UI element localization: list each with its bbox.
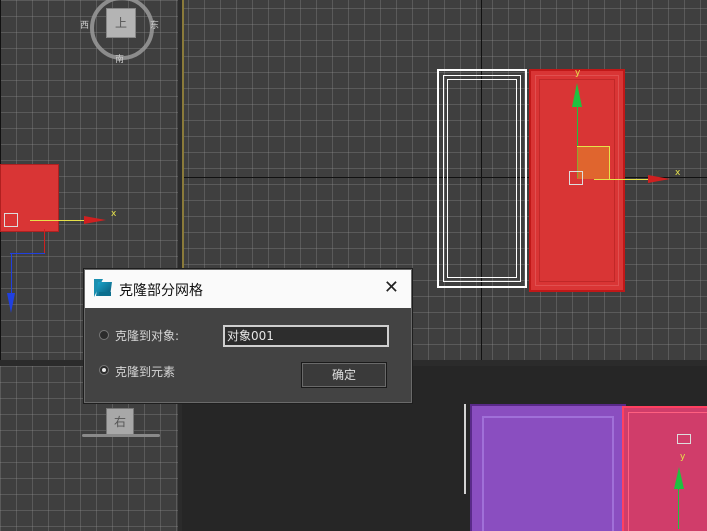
transform-gizmo-persp[interactable]: y [672, 432, 707, 531]
dialog-title: 克隆部分网格 [119, 283, 203, 299]
radio-clone-to-element[interactable] [99, 365, 109, 375]
radio-clone-to-object[interactable] [99, 330, 109, 340]
compass-east: 东 [150, 21, 160, 31]
y-axis-label-persp: y [680, 452, 686, 462]
viewcube-face-top[interactable]: 上 [106, 8, 136, 38]
ok-button[interactable]: 确定 [301, 362, 387, 388]
dialog-titlebar[interactable]: 克隆部分网格 ✕ [85, 270, 411, 308]
transform-gizmo-front[interactable]: y x [564, 66, 694, 196]
close-button[interactable]: ✕ [384, 279, 399, 297]
purple-object[interactable] [470, 404, 626, 531]
x-axis-label: x [111, 209, 117, 219]
label-clone-to-object[interactable]: 克隆到对象: [115, 327, 179, 344]
viewcube-left[interactable]: 右 [82, 402, 162, 442]
app-icon [94, 279, 112, 297]
compass-south: 南 [115, 55, 125, 65]
object-name-input[interactable] [223, 325, 389, 347]
wireframe-object[interactable] [437, 69, 527, 288]
label-clone-to-element[interactable]: 克隆到元素 [115, 363, 175, 380]
viewcube-top[interactable]: 上 西 东 南 [80, 0, 159, 65]
y-axis-label: y [575, 68, 581, 78]
viewcube-face-right[interactable]: 右 [106, 408, 134, 436]
x-axis-label-front: x [675, 168, 681, 178]
compass-west: 西 [80, 21, 90, 31]
clone-part-of-mesh-dialog: 克隆部分网格 ✕ 克隆到对象: 克隆到元素 确定 [84, 269, 412, 403]
